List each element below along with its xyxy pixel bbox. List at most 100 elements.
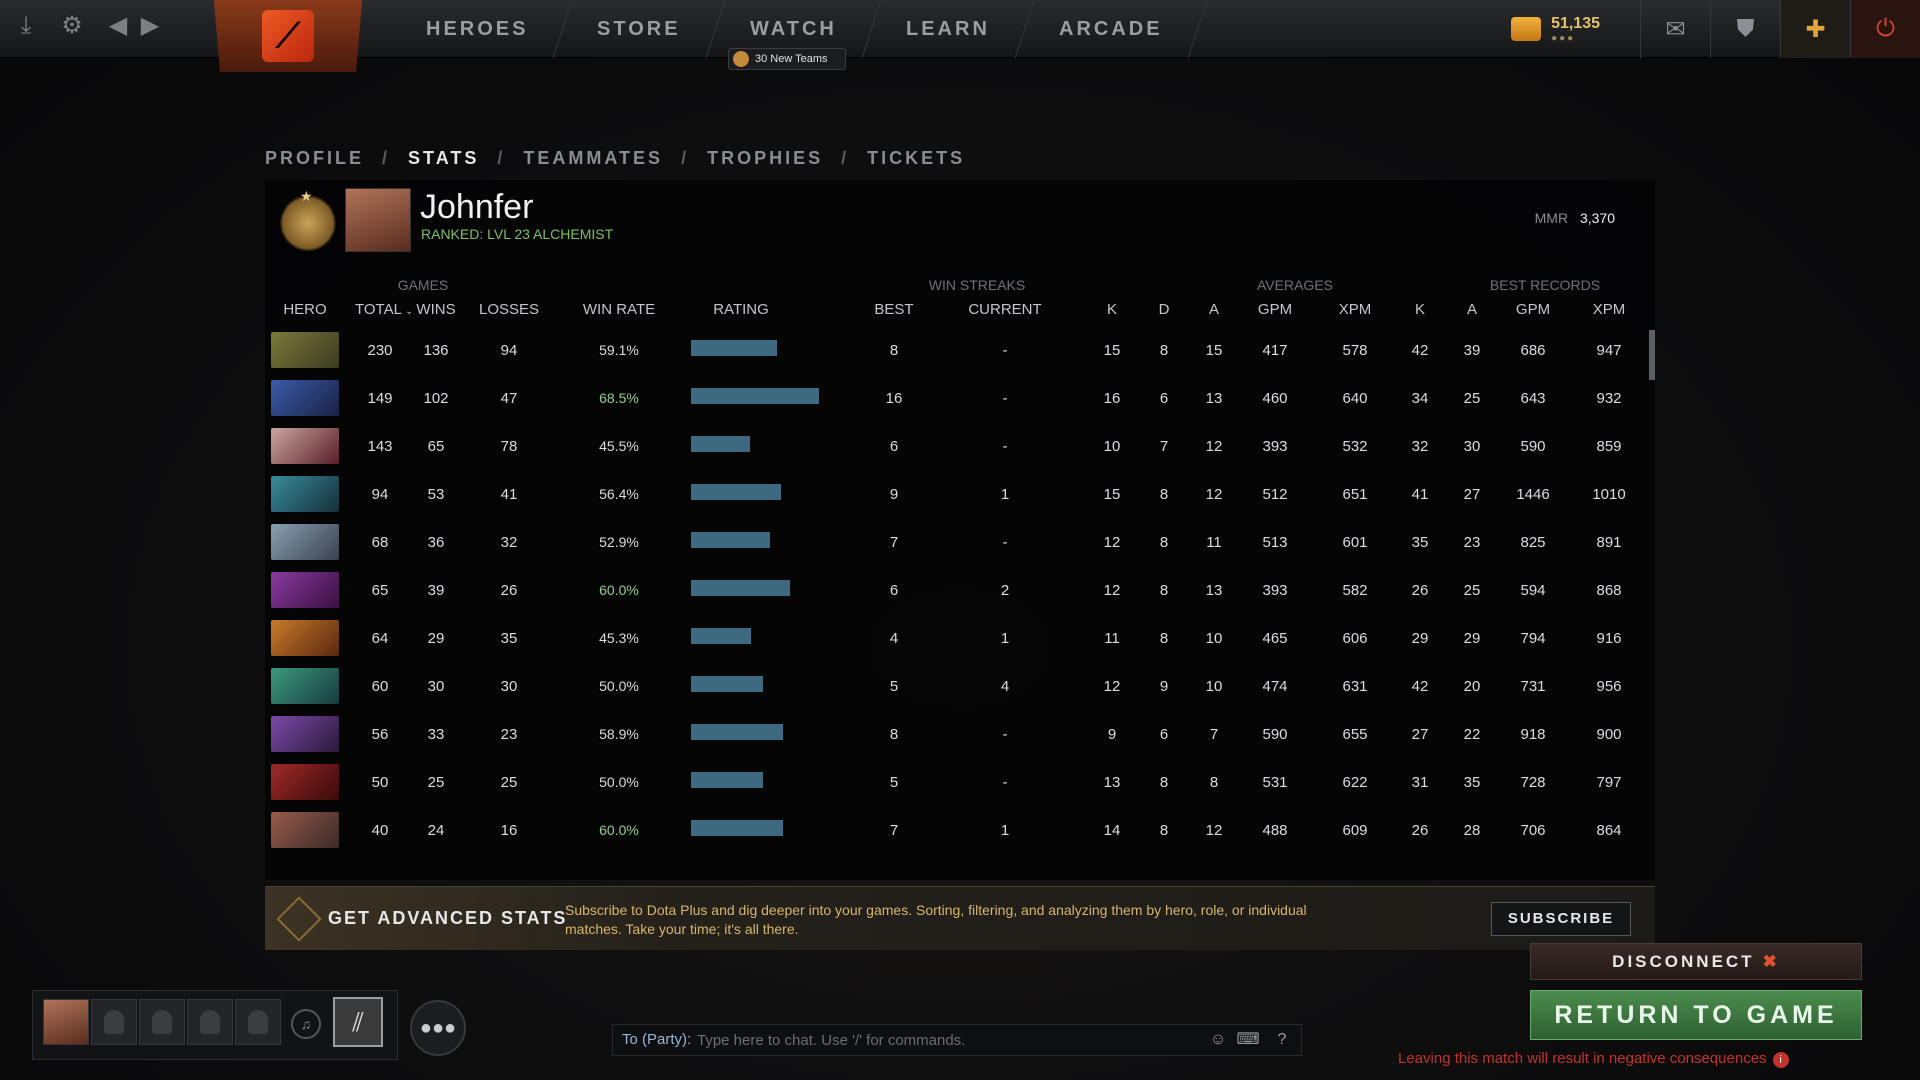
- back-arrow-icon[interactable]: ◀: [104, 12, 132, 40]
- table-row[interactable]: 149 102 47 68.5% 16 - 16 6 13 460 640 34 25 643 932: [265, 378, 1655, 418]
- tab-trophies[interactable]: TROPHIES: [707, 148, 823, 169]
- col-win-rate[interactable]: WIN RATE: [579, 301, 659, 318]
- col-avg-a[interactable]: A: [1199, 301, 1229, 318]
- chat-input[interactable]: [697, 1025, 1197, 1055]
- headset-icon[interactable]: ♫: [291, 1009, 321, 1039]
- dota-plus-icon[interactable]: ✚: [1780, 0, 1850, 58]
- table-row[interactable]: 143 65 78 45.5% 6 - 10 7 12 393 532 32 30 590 859: [265, 426, 1655, 466]
- cell-total: 149: [367, 390, 393, 407]
- dota-logo-button[interactable]: ⟋: [214, 0, 362, 72]
- hero-portrait[interactable]: [271, 476, 339, 512]
- col-losses[interactable]: LOSSES: [479, 301, 539, 318]
- party-slot-self[interactable]: [43, 999, 89, 1045]
- battle-pass-icon[interactable]: ⫽: [333, 997, 383, 1047]
- chat-wheel-icon[interactable]: ⌨: [1235, 1028, 1261, 1052]
- col-streak-current[interactable]: CURRENT: [965, 301, 1045, 318]
- col-rating[interactable]: RATING: [681, 301, 801, 318]
- party-slot-empty[interactable]: [91, 999, 137, 1045]
- tab-separator: /: [497, 148, 506, 168]
- avatar[interactable]: [345, 188, 411, 252]
- tab-tickets[interactable]: TICKETS: [867, 148, 965, 169]
- rank-medal-icon[interactable]: [279, 188, 337, 252]
- col-avg-gpm[interactable]: GPM: [1245, 301, 1305, 318]
- gear-icon[interactable]: ⚙: [58, 12, 86, 40]
- cell-bxpm: 891: [1596, 534, 1622, 551]
- cell-current: 1: [1000, 630, 1010, 647]
- tab-teammates[interactable]: TEAMMATES: [523, 148, 663, 169]
- cell-win-rate: 60.0%: [599, 822, 639, 838]
- hero-portrait[interactable]: [271, 668, 339, 704]
- table-row[interactable]: 230 136 94 59.1% 8 - 15 8 15 417 578 42 39 686 947: [265, 330, 1655, 370]
- cell-best: 5: [889, 774, 899, 791]
- col-best-k[interactable]: K: [1405, 301, 1435, 318]
- nav-learn[interactable]: LEARN: [862, 0, 1035, 58]
- hero-portrait[interactable]: [271, 812, 339, 848]
- table-row[interactable]: 56 33 23 58.9% 8 - 9 6 7 590 655 27 22 918 900: [265, 714, 1655, 754]
- hero-portrait[interactable]: [271, 428, 339, 464]
- col-avg-xpm[interactable]: XPM: [1325, 301, 1385, 318]
- hero-portrait[interactable]: [271, 716, 339, 752]
- table-row[interactable]: 60 30 30 50.0% 5 4 12 9 10 474 631 42 20 731 956: [265, 666, 1655, 706]
- mmr-value: 3,370: [1579, 210, 1615, 226]
- hero-portrait[interactable]: [271, 764, 339, 800]
- hero-portrait[interactable]: [271, 572, 339, 608]
- forward-arrow-icon[interactable]: ▶: [136, 12, 164, 40]
- armory-icon[interactable]: ⛊: [1710, 0, 1780, 58]
- table-row[interactable]: 94 53 41 56.4% 9 1 15 8 12 512 651 41 27 1446 1010: [265, 474, 1655, 514]
- hero-portrait[interactable]: [271, 620, 339, 656]
- cell-best: 6: [889, 438, 899, 455]
- group-finder-icon[interactable]: ●●●: [410, 1000, 466, 1056]
- nav-heroes[interactable]: HEROES: [382, 0, 573, 58]
- power-icon[interactable]: ⏻: [1850, 0, 1920, 58]
- cell-current: -: [1002, 534, 1008, 551]
- col-hero[interactable]: HERO: [271, 301, 339, 318]
- top-left-controls: ⤓ ⚙ ◀ ▶: [12, 12, 164, 40]
- col-streak-best[interactable]: BEST: [869, 301, 919, 318]
- table-row[interactable]: 50 25 25 50.0% 5 - 13 8 8 531 622 31 35 728 797: [265, 762, 1655, 802]
- player-subtitle: RANKED: LVL 23 ALCHEMIST: [421, 226, 614, 242]
- tab-profile[interactable]: PROFILE: [265, 148, 364, 169]
- cell-total: 40: [371, 822, 389, 839]
- table-row[interactable]: 64 29 35 45.3% 4 1 11 8 10 465 606 29 29 794 916: [265, 618, 1655, 658]
- col-best-gpm[interactable]: GPM: [1503, 301, 1563, 318]
- party-slot-empty[interactable]: [139, 999, 185, 1045]
- nav-store[interactable]: STORE: [554, 0, 726, 58]
- cell-bk: 41: [1411, 486, 1429, 503]
- emoticon-icon[interactable]: ☺: [1205, 1028, 1231, 1052]
- cell-current: 4: [1000, 678, 1010, 695]
- col-avg-k[interactable]: K: [1097, 301, 1127, 318]
- watch-notification-badge[interactable]: 30 New Teams: [728, 48, 846, 70]
- mail-icon[interactable]: ✉: [1640, 0, 1710, 58]
- cell-best: 7: [889, 534, 899, 551]
- col-wins[interactable]: WINS: [411, 301, 461, 318]
- table-scrollbar[interactable]: [1649, 330, 1655, 380]
- col-best-a[interactable]: A: [1457, 301, 1487, 318]
- cell-k: 14: [1103, 822, 1121, 839]
- col-avg-d[interactable]: D: [1149, 301, 1179, 318]
- party-slot-empty[interactable]: [235, 999, 281, 1045]
- subscribe-button[interactable]: SUBSCRIBE: [1491, 902, 1631, 936]
- cell-gpm: 590: [1262, 726, 1288, 743]
- chat-channel-label[interactable]: To (Party):: [622, 1025, 691, 1055]
- cell-xpm: 601: [1342, 534, 1368, 551]
- help-icon[interactable]: ?: [1269, 1028, 1295, 1052]
- person-icon: [104, 1010, 124, 1034]
- download-icon[interactable]: ⤓: [12, 12, 40, 40]
- nav-arcade[interactable]: ARCADE: [1015, 0, 1207, 58]
- disconnect-button[interactable]: DISCONNECT ✖: [1530, 943, 1862, 980]
- table-row[interactable]: 68 36 32 52.9% 7 - 12 8 11 513 601 35 23 825 891: [265, 522, 1655, 562]
- table-row[interactable]: 65 39 26 60.0% 6 2 12 8 13 393 582 26 25 594 868: [265, 570, 1655, 610]
- hero-portrait[interactable]: [271, 524, 339, 560]
- cell-bgpm: 706: [1520, 822, 1546, 839]
- dota-plus-emblem-icon: [276, 896, 322, 942]
- info-icon[interactable]: i: [1772, 1052, 1789, 1068]
- hero-portrait[interactable]: [271, 380, 339, 416]
- table-row[interactable]: 40 24 16 60.0% 7 1 14 8 12 488 609 26 28 706 864: [265, 810, 1655, 850]
- party-slot-empty[interactable]: [187, 999, 233, 1045]
- tab-stats[interactable]: STATS: [408, 148, 479, 169]
- col-best-xpm[interactable]: XPM: [1579, 301, 1639, 318]
- col-total[interactable]: TOTAL ⌄: [355, 301, 413, 318]
- hero-portrait[interactable]: [271, 332, 339, 368]
- return-to-game-button[interactable]: RETURN TO GAME: [1530, 990, 1862, 1040]
- shards-display[interactable]: 51,135 ●●●: [1511, 15, 1600, 44]
